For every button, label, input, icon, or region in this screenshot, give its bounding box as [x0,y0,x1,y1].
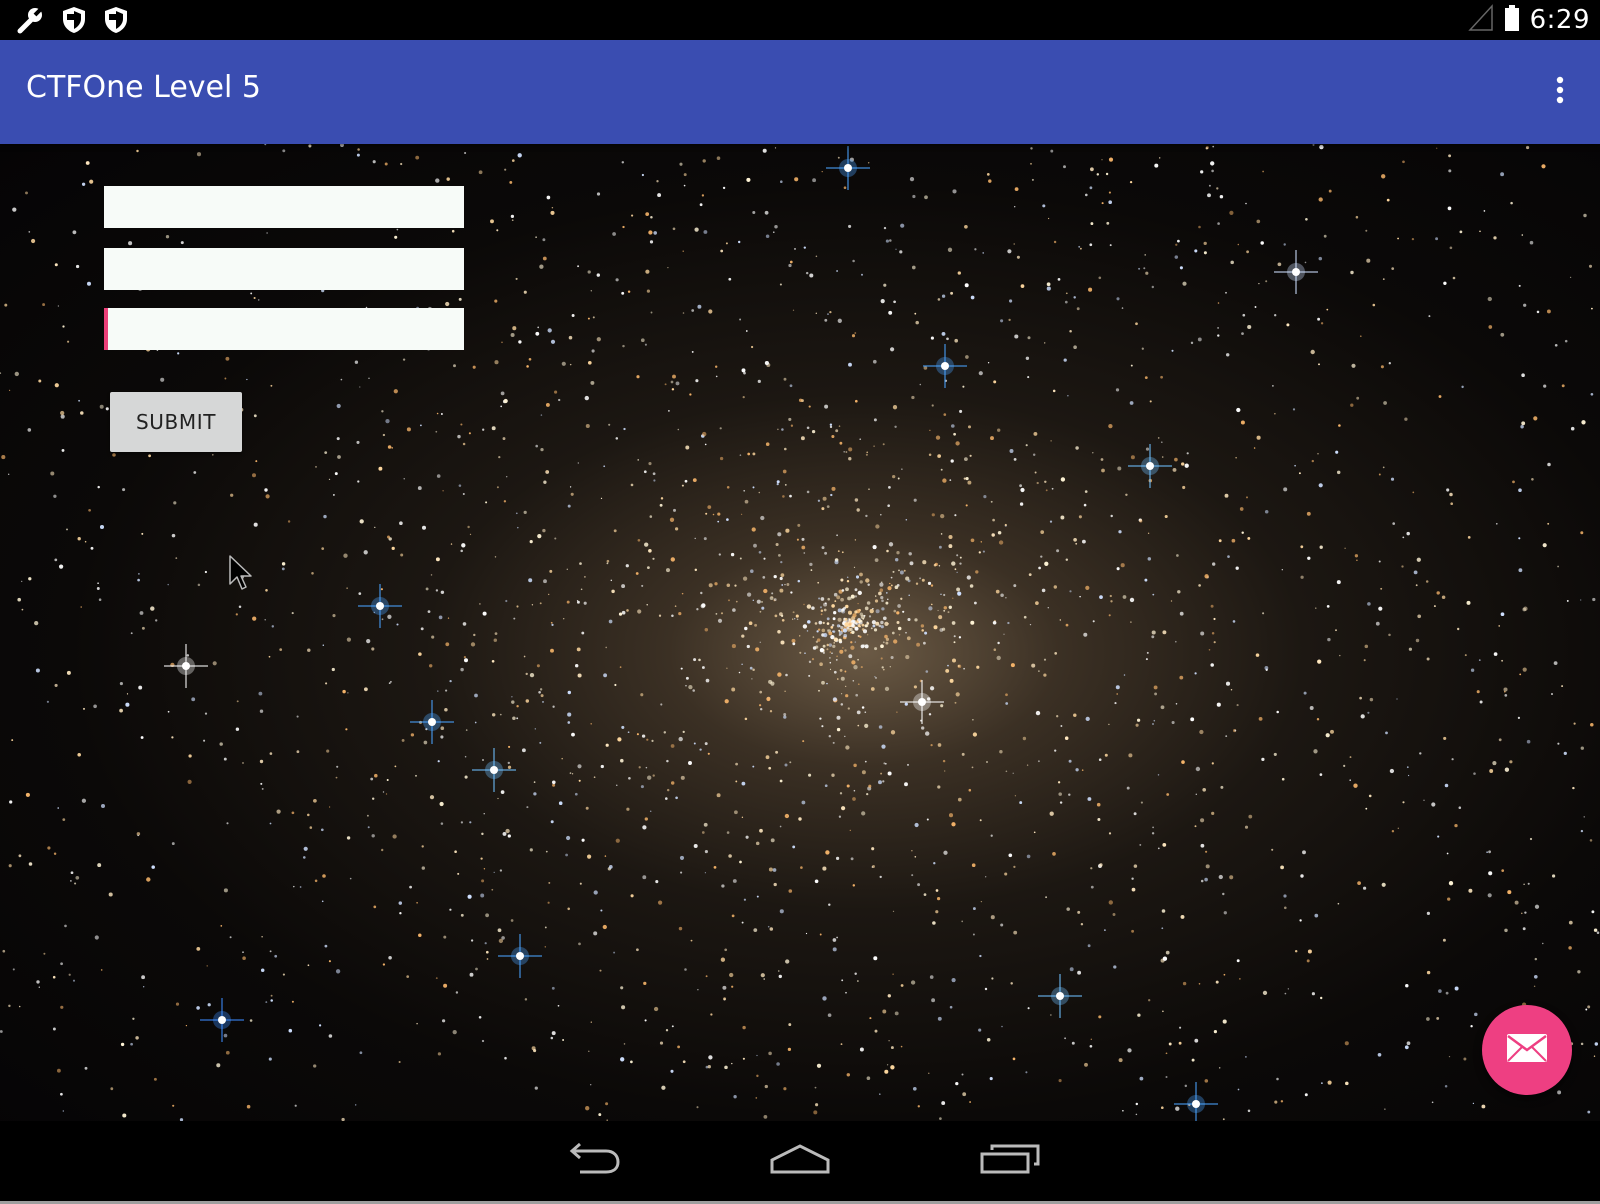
navigation-bar [0,1121,1600,1201]
shield-icon [60,5,88,39]
android-screen: 6:29 CTFOne Level 5 SUBMIT [0,0,1600,1204]
text-field-3[interactable] [104,308,464,350]
text-field-2[interactable] [104,248,464,290]
status-time: 6:29 [1529,5,1590,35]
email-fab-button[interactable] [1482,1005,1572,1095]
content-area: SUBMIT [0,144,1600,1121]
recents-button[interactable] [965,1131,1055,1191]
app-bar: CTFOne Level 5 [0,40,1600,144]
mouse-cursor-icon [228,554,254,596]
home-button[interactable] [755,1131,845,1191]
battery-icon [1504,4,1520,36]
overflow-menu-icon[interactable] [1550,76,1570,108]
signal-icon [1467,4,1494,36]
status-bar: 6:29 [0,0,1600,40]
recents-icon [978,1142,1042,1180]
starfield-background [0,144,1600,1121]
submit-button[interactable]: SUBMIT [110,392,242,452]
notification-icons [16,5,130,39]
home-icon [768,1142,832,1180]
system-icons: 6:29 [1467,0,1600,40]
back-button[interactable] [547,1131,637,1191]
back-icon [562,1142,622,1180]
wrench-icon [16,5,46,39]
envelope-icon [1506,1033,1548,1067]
text-field-1[interactable] [104,186,464,228]
shield-icon [102,5,130,39]
app-title: CTFOne Level 5 [26,70,261,105]
